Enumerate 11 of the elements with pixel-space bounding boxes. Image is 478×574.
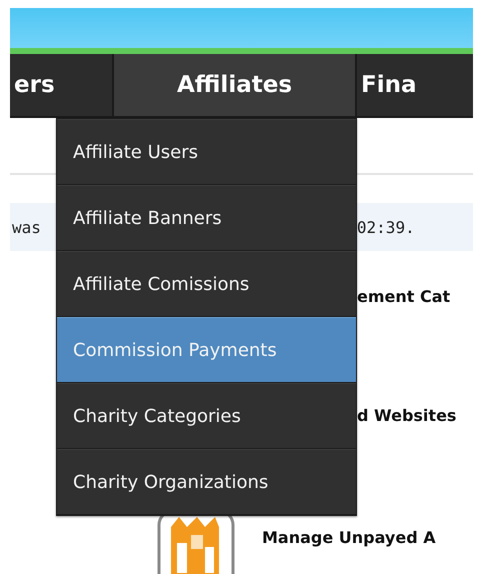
menu-item[interactable]: Affiliate Users bbox=[57, 119, 356, 185]
menu-item[interactable]: Affiliate Comissions bbox=[57, 251, 356, 317]
notice-text: 02:39. bbox=[356, 218, 415, 236]
menu-item[interactable]: Affiliate Banners bbox=[57, 185, 356, 251]
nav-tab[interactable]: Affiliates bbox=[112, 54, 357, 116]
menu-item[interactable]: Charity Organizations bbox=[57, 449, 356, 515]
section-link[interactable]: Manage Unpayed A bbox=[262, 528, 436, 546]
menu-item[interactable]: Charity Categories bbox=[57, 383, 356, 449]
section-link[interactable]: ement Cat bbox=[357, 286, 450, 306]
section-link[interactable]: d Websites bbox=[357, 406, 456, 424]
notice-text: was bbox=[12, 218, 41, 236]
